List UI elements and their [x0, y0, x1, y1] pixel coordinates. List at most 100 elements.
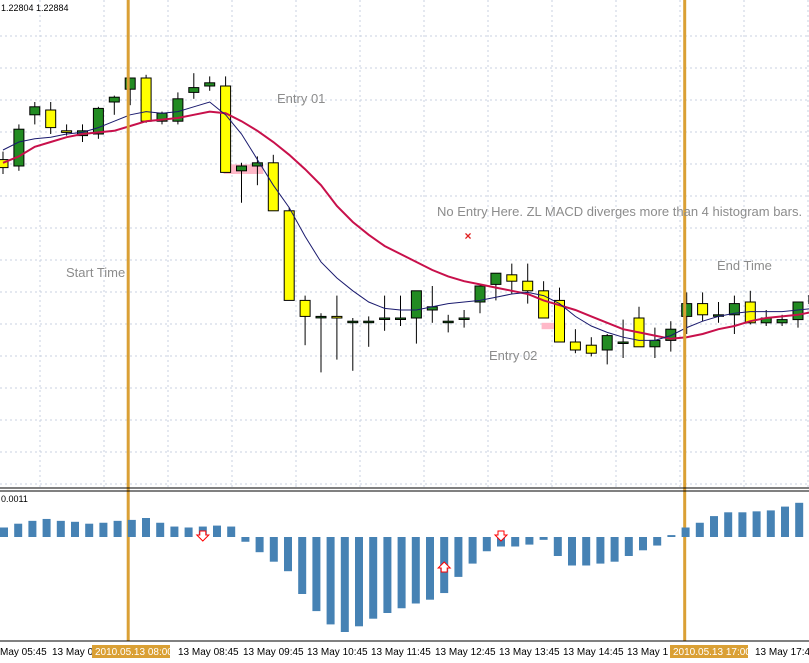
histogram-bar [99, 522, 108, 537]
histogram-bar [312, 537, 321, 612]
histogram-bar [142, 518, 150, 537]
x-tick-label: 13 May 10:45 [307, 647, 368, 658]
histogram-bar [298, 537, 307, 594]
histogram-bar [639, 537, 647, 551]
histogram-bar [56, 520, 65, 537]
histogram-bar [468, 537, 477, 564]
candle-bull [204, 82, 216, 87]
histogram-bar [681, 527, 690, 537]
candle-bear [45, 109, 57, 129]
histogram-bar [695, 522, 704, 537]
x-tick-label: 13 May 13:45 [499, 647, 560, 658]
candle-bear [61, 130, 73, 133]
indicator-readout: 0.0011 [1, 494, 28, 504]
histogram-bar [724, 512, 733, 537]
candle-bull [601, 335, 613, 351]
candle-bull [649, 339, 661, 348]
histogram-bar [582, 537, 591, 566]
end-time-label: End Time [717, 258, 772, 273]
candle-bull [315, 315, 327, 319]
candle-bull [442, 320, 454, 324]
histogram-bar [525, 537, 534, 545]
candle-bear [267, 162, 279, 212]
histogram-bar [71, 521, 79, 537]
histogram-bar [511, 537, 520, 547]
histogram-bar [28, 520, 37, 537]
histogram-bar [227, 526, 236, 537]
time-axis: May 05:45 13 May 0 13 May 08:45 13 May 09:4… [0, 645, 809, 658]
histogram-bar [411, 537, 420, 604]
candle-bull [108, 96, 120, 103]
candle-bull [347, 320, 359, 324]
x-tick-label: 13 May 1 [627, 647, 669, 658]
x-tick-label: 13 May 0 [52, 647, 94, 658]
candle-bear [569, 341, 581, 351]
candle-bear [140, 77, 152, 122]
histogram-bar [113, 520, 122, 537]
histogram-bar [355, 537, 363, 627]
histogram-bar [42, 518, 51, 537]
histogram-bar [397, 537, 406, 609]
candle-bull [776, 319, 788, 324]
histogram-bar [539, 537, 548, 540]
histogram-bar [610, 537, 619, 562]
entry-01-label: Entry 01 [277, 91, 325, 106]
candle-bear [220, 85, 232, 173]
candle-bull [379, 317, 391, 320]
histogram-bar [454, 537, 463, 577]
histogram-bar [795, 502, 804, 537]
histogram-bar [241, 537, 250, 542]
candle-bull [92, 107, 104, 135]
no-entry-x-marker: × [464, 229, 471, 243]
histogram-bar [269, 537, 278, 562]
candle-bull [29, 106, 41, 116]
histogram-bar [213, 525, 221, 537]
histogram-bar [596, 537, 605, 564]
histogram-bar [738, 512, 747, 537]
candle-bear [299, 299, 311, 317]
x-tick-label: 13 May 08:45 [178, 647, 239, 658]
histogram-bar [14, 523, 23, 537]
candle-bull [236, 165, 247, 172]
candle-bear [331, 315, 343, 319]
candle-bull [13, 128, 25, 167]
candle-bull [188, 87, 200, 93]
histogram-bar [667, 535, 676, 537]
histogram-bar [255, 537, 264, 553]
histogram-bar [127, 519, 136, 537]
highlighted-tick-label: 2010.05.13 08:00 [95, 647, 173, 658]
histogram-bar [85, 523, 94, 537]
entry-02-label: Entry 02 [489, 348, 537, 363]
histogram-bar [156, 522, 165, 537]
candle-bull [410, 290, 422, 319]
no-entry-note: No Entry Here. ZL MACD diverges more tha… [437, 204, 802, 219]
histogram-bar [170, 526, 179, 537]
x-tick-label: 13 May 09:45 [243, 647, 304, 658]
candle-bull [617, 341, 629, 344]
candlestick-chart: 1.22804 1.22884 0.0011 Start Time End Ti… [0, 0, 809, 663]
candle-bear [283, 210, 295, 301]
histogram-bar [369, 537, 378, 619]
histogram-bar [184, 527, 193, 537]
histogram-bar [284, 537, 292, 572]
histogram-bar [568, 537, 576, 566]
candle-bull [395, 317, 406, 320]
candle-bear [697, 303, 709, 316]
histogram-bar [326, 537, 335, 625]
histogram-bar [340, 537, 349, 632]
histogram-bar [653, 537, 662, 546]
candle-bull [458, 317, 470, 320]
x-tick-label: May 05:45 [0, 647, 47, 658]
histogram-bar [624, 537, 633, 556]
start-time-label: Start Time [66, 265, 125, 280]
x-tick-label: 13 May 17:45 [755, 647, 809, 658]
candle-bull [490, 272, 502, 285]
histogram-bar [553, 537, 562, 556]
x-tick-label: 13 May 14:45 [563, 647, 624, 658]
histogram-bar [383, 537, 392, 613]
price-readout: 1.22804 1.22884 [1, 3, 69, 13]
candle-bear [522, 280, 534, 292]
histogram-bar [0, 527, 8, 537]
histogram-bar [752, 511, 761, 537]
highlighted-tick-label: 2010.05.13 17:00 [673, 647, 751, 658]
